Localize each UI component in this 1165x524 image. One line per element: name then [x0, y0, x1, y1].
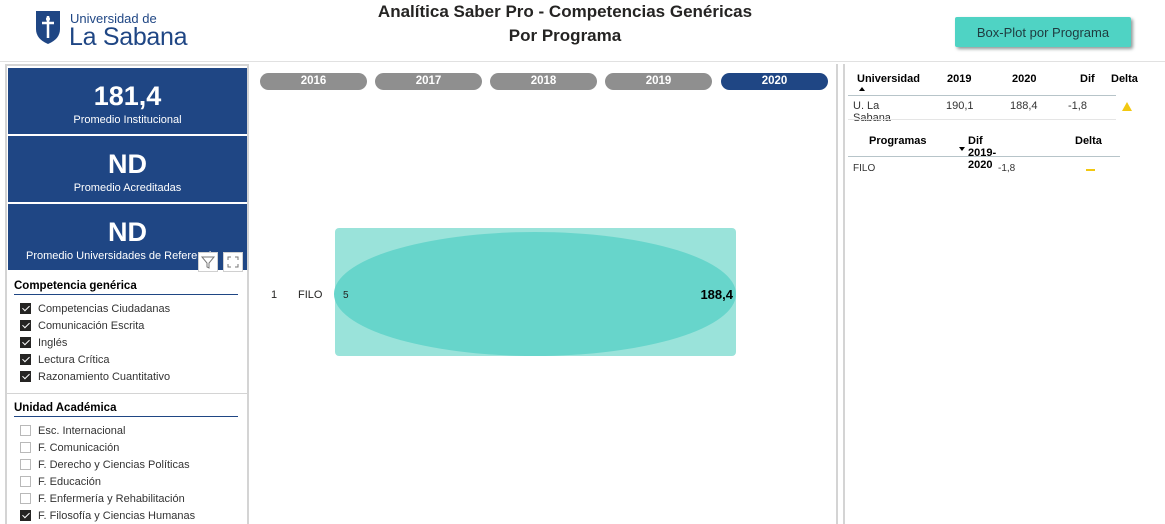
- slicer-competencia: Competencia genérica Competencias Ciudad…: [14, 280, 238, 385]
- row-divider: [848, 119, 1116, 120]
- cell-2019: 190,1: [946, 100, 974, 112]
- kpi-value: ND: [108, 217, 147, 247]
- checkbox[interactable]: [20, 303, 31, 314]
- slicer-option-label: F. Educación: [38, 475, 101, 488]
- slicer-option[interactable]: Esc. Internacional: [14, 422, 238, 439]
- delta-dash-icon: [1086, 169, 1095, 171]
- logo-text-big: La Sabana: [69, 23, 188, 51]
- checkbox[interactable]: [20, 510, 31, 521]
- checkbox[interactable]: [20, 459, 31, 470]
- checkbox[interactable]: [20, 476, 31, 487]
- slicer-items: Esc. Internacional F. Comunicación F. De…: [14, 422, 238, 524]
- cell-universidad: U. La Sabana: [853, 100, 891, 124]
- cell-2020: 188,4: [1010, 100, 1038, 112]
- slicer-option-label: Comunicación Escrita: [38, 319, 145, 332]
- col-header-dif-2019-2020[interactable]: Dif 2019-2020: [968, 135, 996, 171]
- value-label: 188,4: [700, 287, 733, 302]
- university-logo: Universidad de La Sabana: [22, 6, 242, 56]
- slicer-title: Unidad Académica: [14, 402, 238, 417]
- kpi-label: Promedio Acreditadas: [73, 182, 182, 194]
- checkbox[interactable]: [20, 371, 31, 382]
- page-title-line1: Analítica Saber Pro - Competencias Genér…: [377, 2, 753, 21]
- slicer-option[interactable]: F. Filosofía y Ciencias Humanas: [14, 507, 238, 524]
- col-header-programas[interactable]: Programas: [869, 135, 926, 147]
- checkbox[interactable]: [20, 493, 31, 504]
- slicer-option-label: Lectura Crítica: [38, 353, 110, 366]
- slicer-option-label: Razonamiento Cuantitativo: [38, 370, 171, 383]
- slicer-option[interactable]: Inglés: [14, 334, 238, 351]
- sort-desc-icon: [959, 147, 965, 151]
- page-title: Analítica Saber Pro - Competencias Genér…: [330, 0, 800, 48]
- slicer-items: Competencias Ciudadanas Comunicación Esc…: [14, 300, 238, 385]
- filter-icon[interactable]: [198, 252, 218, 272]
- shield-logo-icon: [36, 11, 60, 44]
- col-header-delta[interactable]: Delta: [1111, 73, 1138, 85]
- cell-programa: FILO: [853, 163, 876, 174]
- program-chart: 1 FILO 5 188,4: [271, 228, 736, 356]
- boxplot-button[interactable]: Box-Plot por Programa: [955, 17, 1131, 47]
- kpi-card-institucional: 181,4 Promedio Institucional: [8, 68, 247, 134]
- slicer-option-label: Esc. Internacional: [38, 424, 126, 437]
- slicer-option[interactable]: Razonamiento Cuantitativo: [14, 368, 238, 385]
- slicer-option[interactable]: Lectura Crítica: [14, 351, 238, 368]
- slicer-option[interactable]: F. Enfermería y Rehabilitación: [14, 490, 238, 507]
- header-divider: [848, 156, 1120, 157]
- slicer-option-label: F. Enfermería y Rehabilitación: [38, 492, 185, 505]
- year-button-2016[interactable]: 2016: [260, 73, 367, 90]
- slicer-title: Competencia genérica: [14, 280, 238, 295]
- cell-dif: -1,8: [998, 163, 1016, 174]
- col-header-2020[interactable]: 2020: [1012, 73, 1036, 85]
- delta-up-triangle-icon: [1122, 102, 1132, 111]
- visual-header-icons: [198, 252, 246, 272]
- kpi-card-acreditadas: ND Promedio Acreditadas: [8, 136, 247, 202]
- kpi-value: 181,4: [93, 81, 162, 111]
- col-header-dif[interactable]: Dif: [1080, 73, 1095, 85]
- kpi-label: Promedio Institucional: [73, 114, 182, 126]
- checkbox[interactable]: [20, 354, 31, 365]
- col-header-delta[interactable]: Delta: [1075, 135, 1102, 147]
- year-button-2020[interactable]: 2020: [721, 73, 828, 90]
- category-label: FILO: [298, 289, 323, 301]
- slicer-option-label: F. Comunicación: [38, 441, 120, 454]
- kpi-value: ND: [108, 149, 147, 179]
- checkbox[interactable]: [20, 425, 31, 436]
- bar-ellipse[interactable]: [334, 232, 736, 356]
- count-label: 5: [343, 290, 349, 301]
- checkbox[interactable]: [20, 337, 31, 348]
- row-index-label: 1: [271, 289, 277, 301]
- col-header-universidad[interactable]: Universidad: [857, 73, 920, 85]
- year-selector: 2016 2017 2018 2019 2020: [260, 73, 830, 91]
- slicer-option[interactable]: F. Comunicación: [14, 439, 238, 456]
- checkbox[interactable]: [20, 320, 31, 331]
- slicer-option-label: Inglés: [38, 336, 68, 349]
- slicer-option[interactable]: F. Derecho y Ciencias Políticas: [14, 456, 238, 473]
- page-title-line2: Por Programa: [508, 26, 622, 45]
- slicer-option[interactable]: Competencias Ciudadanas: [14, 300, 238, 317]
- year-button-2017[interactable]: 2017: [375, 73, 482, 90]
- col-header-2019[interactable]: 2019: [947, 73, 971, 85]
- year-button-2019[interactable]: 2019: [605, 73, 712, 90]
- year-button-2018[interactable]: 2018: [490, 73, 597, 90]
- focus-mode-icon[interactable]: [223, 252, 243, 272]
- report-header: Universidad de La Sabana Analítica Saber…: [0, 0, 1165, 62]
- slicer-option-label: Competencias Ciudadanas: [38, 302, 171, 315]
- cell-dif: -1,8: [1068, 100, 1087, 112]
- sort-asc-icon: [859, 87, 865, 91]
- checkbox[interactable]: [20, 442, 31, 453]
- slicer-option-label: F. Filosofía y Ciencias Humanas: [38, 509, 196, 522]
- right-panel: [843, 64, 1159, 524]
- slicer-option-label: F. Derecho y Ciencias Políticas: [38, 458, 190, 471]
- slicer-divider: [7, 393, 247, 394]
- slicer-option[interactable]: Comunicación Escrita: [14, 317, 238, 334]
- header-divider: [848, 95, 1116, 96]
- slicer-unidad-academica: Unidad Académica Esc. Internacional F. C…: [14, 402, 238, 524]
- slicer-option[interactable]: F. Educación: [14, 473, 238, 490]
